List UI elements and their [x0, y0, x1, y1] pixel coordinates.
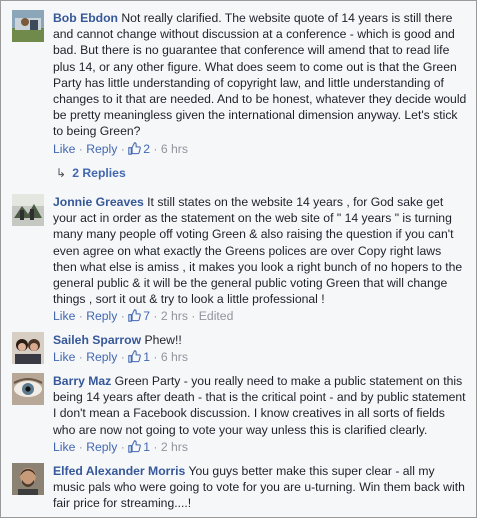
comment-actions: Like · Reply · 1 · 2 hrs: [53, 439, 188, 454]
photo-avatar-icon[interactable]: [12, 332, 44, 364]
thumbs-up-icon: [128, 440, 142, 453]
comment-actions: Like · Reply · 1 · 6 hrs: [53, 350, 188, 365]
reply-link[interactable]: Reply: [86, 309, 117, 323]
comment-time[interactable]: 6 hrs: [161, 350, 188, 364]
like-link[interactable]: Like: [53, 309, 75, 323]
reply-arrow-icon: ↳: [56, 166, 67, 180]
edited-label[interactable]: Edited: [199, 309, 234, 323]
comment-text: Green Party - you really need to make a …: [53, 374, 466, 437]
comment-actions: Like · Reply · 7 · 2 hrs · Edited: [53, 309, 234, 324]
thumbs-up-icon: [128, 309, 142, 323]
reply-link[interactable]: Reply: [86, 142, 117, 156]
like-link[interactable]: Like: [53, 142, 75, 156]
comment-author[interactable]: Jonnie Greaves: [53, 195, 144, 209]
eye-avatar-icon[interactable]: [12, 373, 44, 405]
photo-avatar-icon[interactable]: [12, 194, 44, 226]
comment-text: Not really clarified. The website quote …: [53, 11, 467, 139]
view-replies-link[interactable]: ↳ 2 Replies: [56, 165, 126, 181]
like-link[interactable]: Like: [53, 440, 75, 454]
portrait-avatar-icon[interactable]: [12, 463, 44, 495]
reply-link[interactable]: Reply: [86, 350, 117, 364]
like-link[interactable]: Like: [53, 350, 75, 364]
comment-author[interactable]: Elfed Alexander Morris: [53, 464, 185, 478]
thumbs-up-icon: [128, 141, 142, 155]
comment-actions: Like · Reply · 2 · 6 hrs: [53, 141, 188, 156]
comment-author[interactable]: Saileh Sparrow: [53, 333, 141, 347]
like-count[interactable]: 2: [128, 142, 150, 156]
reply-link[interactable]: Reply: [86, 440, 117, 454]
comment-time[interactable]: 2 hrs: [161, 440, 188, 454]
comment-time[interactable]: 2 hrs: [161, 309, 188, 323]
comment-author[interactable]: Bob Ebdon: [53, 11, 118, 25]
comment-author[interactable]: Barry Maz: [53, 374, 111, 388]
photo-avatar-icon[interactable]: [12, 10, 44, 42]
like-count[interactable]: 1: [128, 440, 150, 454]
like-count[interactable]: 1: [128, 350, 150, 364]
thumbs-up-icon: [128, 350, 142, 363]
comment-time[interactable]: 6 hrs: [161, 142, 188, 156]
comment-text: It still states on the website 14 years …: [53, 195, 463, 307]
like-count[interactable]: 7: [128, 309, 150, 323]
comments-panel: Bob Ebdon Not really clarified. The webs…: [0, 0, 477, 518]
comment-text: Phew!!: [144, 333, 182, 347]
